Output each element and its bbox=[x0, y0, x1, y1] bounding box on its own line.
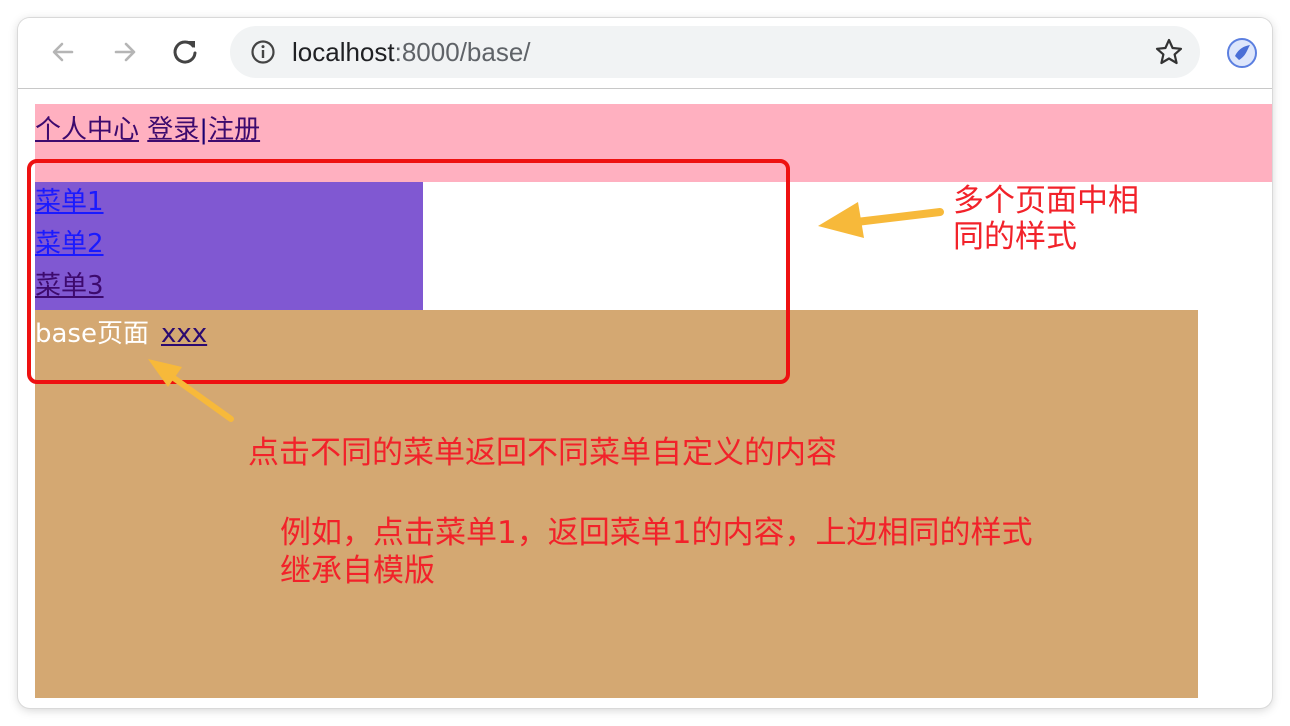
click-note-annotation: 点击不同的菜单返回不同菜单自定义的内容 bbox=[248, 435, 837, 471]
shared-style-line1: 多个页面中相 bbox=[953, 183, 1139, 219]
xxx-link[interactable]: xxx bbox=[161, 319, 207, 349]
example-line1: 例如，点击菜单1，返回菜单1的内容，上边相同的样式 bbox=[280, 515, 1033, 551]
star-icon[interactable] bbox=[1154, 37, 1184, 67]
back-arrow-icon[interactable] bbox=[46, 32, 80, 72]
browser-toolbar: localhost:8000/base/ bbox=[18, 18, 1272, 89]
base-page-label: base页面 bbox=[35, 319, 149, 349]
shared-style-annotation: 多个页面中相 同的样式 bbox=[953, 183, 1139, 255]
menu-item-2[interactable]: 菜单2 bbox=[35, 226, 104, 262]
info-icon[interactable] bbox=[250, 39, 276, 65]
example-line2: 继承自模版 bbox=[280, 553, 435, 589]
login-link[interactable]: 登录 bbox=[147, 115, 199, 145]
header-separator: | bbox=[199, 115, 209, 145]
reload-icon[interactable] bbox=[168, 32, 202, 72]
register-link[interactable]: 注册 bbox=[208, 115, 260, 145]
example-annotation: 例如，点击菜单1，返回菜单1的内容，上边相同的样式 继承自模版 bbox=[280, 514, 1032, 590]
menu-item-1[interactable]: 菜单1 bbox=[35, 184, 104, 220]
browser-window: localhost:8000/base/ 个人中心 登录|注册 菜单1 菜单2 … bbox=[18, 18, 1272, 708]
main-content: base页面 xxx bbox=[35, 310, 1198, 698]
url-text[interactable]: localhost:8000/base/ bbox=[292, 36, 531, 68]
main-title: base页面 xxx bbox=[35, 316, 207, 352]
sidebar-menu: 菜单1 菜单2 菜单3 bbox=[35, 182, 423, 310]
arrow-to-shared-style bbox=[818, 202, 944, 238]
extension-icon[interactable] bbox=[1225, 36, 1259, 70]
page-content: 个人中心 登录|注册 菜单1 菜单2 菜单3 base页面 xxx 多个页面中相 … bbox=[18, 89, 1272, 708]
shared-style-line2: 同的样式 bbox=[953, 219, 1077, 255]
url-path: :8000/base/ bbox=[394, 37, 531, 67]
url-host: localhost bbox=[292, 37, 395, 67]
address-bar[interactable]: localhost:8000/base/ bbox=[230, 26, 1200, 78]
page-header: 个人中心 登录|注册 bbox=[35, 104, 1272, 182]
forward-arrow-icon[interactable] bbox=[108, 32, 142, 72]
header-links: 个人中心 登录|注册 bbox=[35, 110, 260, 150]
menu-item-3[interactable]: 菜单3 bbox=[35, 268, 104, 304]
profile-link[interactable]: 个人中心 bbox=[35, 115, 139, 145]
